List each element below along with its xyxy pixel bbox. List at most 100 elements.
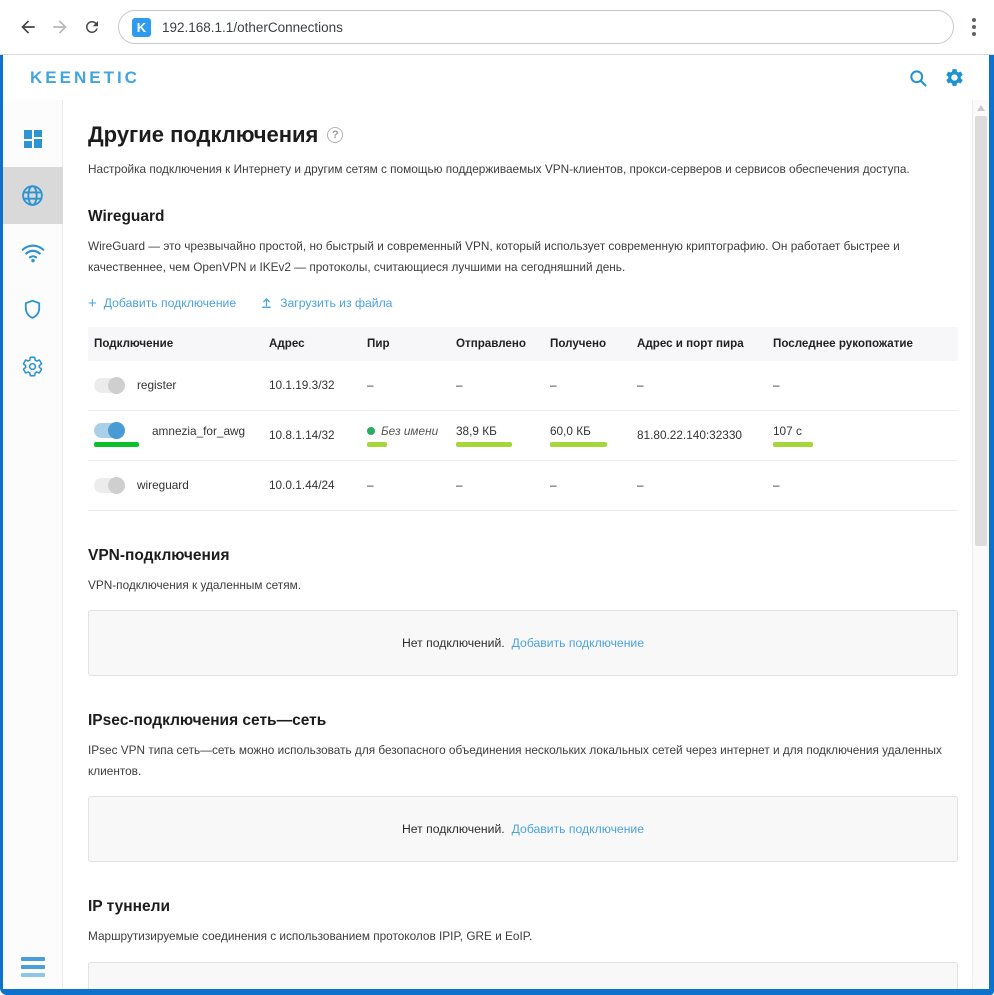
cell-endpoint: – <box>631 478 767 492</box>
sidebar-item-dashboard[interactable] <box>3 110 63 167</box>
sidebar-item-wifi[interactable] <box>3 224 63 281</box>
col-header-handshake: Последнее рукопожатие <box>767 337 958 350</box>
tunnels-empty-box: Нет подключений. Добавить подключение <box>88 962 958 989</box>
vpn-section-title: VPN-подключения <box>88 547 972 565</box>
connection-toggle[interactable] <box>94 378 124 393</box>
cell-endpoint: 81.80.22.140:32330 <box>631 428 767 442</box>
connection-name[interactable]: wireguard <box>137 478 189 492</box>
annotation-highlight <box>550 442 607 447</box>
page-description: Настройка подключения к Интернету и друг… <box>88 160 968 178</box>
connection-toggle[interactable] <box>94 423 124 438</box>
cell-endpoint: – <box>631 378 767 392</box>
settings-gear-icon <box>21 355 44 378</box>
globe-icon <box>20 183 45 208</box>
annotation-highlight <box>94 442 139 447</box>
cell-peer: – <box>361 378 450 392</box>
wifi-icon <box>20 240 46 266</box>
peer-online-dot <box>367 427 375 435</box>
empty-text: Нет подключений. <box>402 636 505 650</box>
cell-received: – <box>544 378 631 392</box>
sidebar <box>3 100 63 989</box>
scrollbar-up-arrow[interactable] <box>977 105 985 111</box>
col-header-received: Получено <box>544 337 631 350</box>
table-row-amnezia: amnezia_for_awg 10.8.1.14/32 Без имени <box>88 411 958 461</box>
connection-name[interactable]: register <box>137 378 176 392</box>
app-header: KEENETIC <box>3 55 989 100</box>
vpn-empty-box: Нет подключений. Добавить подключение <box>88 610 958 676</box>
table-row-register: register 10.1.19.3/32 – – – – – <box>88 361 958 411</box>
cell-handshake: – <box>767 378 958 392</box>
empty-text: Нет подключений. <box>402 988 505 989</box>
help-icon[interactable]: ? <box>327 127 343 143</box>
back-arrow-icon <box>18 17 38 37</box>
vpn-add-connection-link[interactable]: Добавить подключение <box>512 636 644 650</box>
cell-sent: – <box>450 478 544 492</box>
forward-arrow-icon <box>50 17 70 37</box>
gear-icon[interactable] <box>944 67 965 88</box>
shield-icon <box>21 298 44 321</box>
browser-reload-button[interactable] <box>76 11 108 43</box>
vpn-description: VPN-подключения к удаленным сетям. <box>88 575 968 596</box>
cell-handshake: 107 с <box>773 424 958 438</box>
scrollbar-thumb[interactable] <box>975 116 987 546</box>
annotation-highlight <box>367 442 387 447</box>
sidebar-item-security[interactable] <box>3 281 63 338</box>
ipsec-description: IPsec VPN типа сеть—сеть можно использов… <box>88 740 968 781</box>
url-text: 192.168.1.1/otherConnections <box>162 20 343 35</box>
wireguard-description: WireGuard — это чрезвычайно простой, но … <box>88 236 968 277</box>
cell-received: 60,0 КБ <box>550 424 631 438</box>
browser-chrome: K 192.168.1.1/otherConnections <box>0 0 994 55</box>
upload-icon <box>260 296 273 310</box>
ipsec-empty-box: Нет подключений. Добавить подключение <box>88 796 958 862</box>
cell-received: – <box>544 478 631 492</box>
tunnels-add-connection-link[interactable]: Добавить подключение <box>512 988 644 989</box>
col-header-endpoint: Адрес и порт пира <box>631 337 767 350</box>
cell-sent: 38,9 КБ <box>456 424 544 438</box>
search-icon[interactable] <box>908 68 928 88</box>
annotation-highlight <box>456 442 512 447</box>
tunnels-section-title: IP туннели <box>88 898 972 916</box>
wireguard-section-title: Wireguard <box>88 208 972 226</box>
page-title-text: Другие подключения <box>88 122 318 148</box>
cell-handshake: – <box>767 478 958 492</box>
add-connection-label: Добавить подключение <box>104 296 236 310</box>
menu-hamburger-icon[interactable] <box>21 957 45 977</box>
col-header-sent: Отправлено <box>450 337 544 350</box>
plus-icon: + <box>88 295 97 312</box>
scrollbar[interactable] <box>972 100 989 989</box>
col-header-peer: Пир <box>361 337 450 350</box>
add-connection-button[interactable]: + Добавить подключение <box>88 295 236 312</box>
dashboard-icon <box>21 127 45 151</box>
load-from-file-button[interactable]: Загрузить из файла <box>260 295 392 312</box>
keenetic-logo: KEENETIC <box>30 68 140 88</box>
browser-menu-button[interactable] <box>966 12 982 42</box>
ipsec-add-connection-link[interactable]: Добавить подключение <box>512 822 644 836</box>
table-row-wireguard: wireguard 10.0.1.44/24 – – – – – <box>88 461 958 511</box>
cell-sent: – <box>450 378 544 392</box>
address-bar[interactable]: K 192.168.1.1/otherConnections <box>118 10 954 44</box>
empty-text: Нет подключений. <box>402 822 505 836</box>
browser-forward-button[interactable] <box>44 11 76 43</box>
table-header-row: Подключение Адрес Пир Отправлено Получен… <box>88 327 958 361</box>
load-from-file-label: Загрузить из файла <box>280 296 392 310</box>
ipsec-section-title: IPsec-подключения сеть—сеть <box>88 712 972 730</box>
page-title: Другие подключения ? <box>88 122 972 148</box>
tunnels-description: Маршрутизируемые соединения с использова… <box>88 926 968 947</box>
col-header-address: Адрес <box>263 337 361 350</box>
cell-peer: – <box>361 478 450 492</box>
sidebar-item-internet[interactable] <box>3 167 63 224</box>
col-header-connection: Подключение <box>88 337 263 350</box>
annotation-highlight <box>773 442 813 447</box>
app-window: KEENETIC <box>0 55 994 995</box>
reload-icon <box>83 18 101 36</box>
cell-address: 10.1.19.3/32 <box>263 378 361 392</box>
connection-name[interactable]: amnezia_for_awg <box>152 424 245 438</box>
browser-back-button[interactable] <box>12 11 44 43</box>
cell-peer: Без имени <box>381 424 438 438</box>
cell-address: 10.0.1.44/24 <box>263 478 361 492</box>
connection-toggle[interactable] <box>94 478 124 493</box>
cell-address: 10.8.1.14/32 <box>263 428 361 442</box>
sidebar-item-settings[interactable] <box>3 338 63 395</box>
site-favicon: K <box>132 18 151 37</box>
wireguard-table: Подключение Адрес Пир Отправлено Получен… <box>88 327 958 511</box>
